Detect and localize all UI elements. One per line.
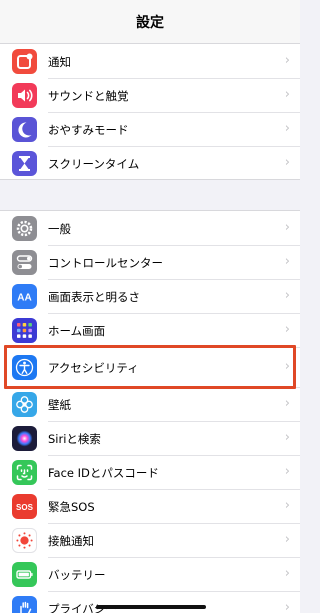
settings-row-label: アクセシビリティ: [48, 361, 139, 375]
settings-row-label: 壁紙: [48, 398, 71, 412]
exposure-notification-icon: [12, 528, 37, 553]
settings-row-label: Face IDとパスコード: [48, 466, 159, 480]
settings-row-do-not-disturb[interactable]: おやすみモード ›: [0, 113, 300, 147]
siri-icon: [12, 426, 37, 451]
svg-text:AA: AA: [17, 293, 31, 304]
hourglass-icon: [12, 151, 37, 176]
control-center-icon: [12, 250, 37, 275]
gear-icon: [12, 216, 37, 241]
home-indicator[interactable]: [96, 605, 206, 609]
notifications-icon: [12, 49, 37, 74]
settings-row-wallpaper[interactable]: 壁紙 ›: [0, 388, 300, 422]
settings-row-label: 画面表示と明るさ: [48, 290, 140, 304]
settings-row-label: バッテリー: [48, 568, 106, 582]
chevron-right-icon: ›: [284, 600, 290, 613]
settings-row-general[interactable]: 一般 ›: [0, 212, 300, 246]
chevron-right-icon: ›: [284, 430, 290, 445]
chevron-right-icon: ›: [284, 53, 290, 68]
settings-row-privacy[interactable]: プライバシー ›: [0, 592, 300, 613]
chevron-right-icon: ›: [284, 359, 290, 374]
settings-group-general: 一般 › コントロールセンター › AA 画面表示と明るさ › ホーム画面 ›: [0, 210, 300, 613]
settings-row-battery[interactable]: バッテリー ›: [0, 558, 300, 592]
settings-row-sound-haptics[interactable]: サウンドと触覚 ›: [0, 79, 300, 113]
chevron-right-icon: ›: [284, 396, 290, 411]
moon-icon: [12, 117, 37, 142]
settings-row-control-center[interactable]: コントロールセンター ›: [0, 246, 300, 280]
chevron-right-icon: ›: [284, 87, 290, 102]
chevron-right-icon: ›: [284, 498, 290, 513]
settings-row-siri-search[interactable]: Siriと検索 ›: [0, 422, 300, 456]
settings-row-notifications[interactable]: 通知 ›: [0, 45, 300, 79]
settings-row-exposure-notifications[interactable]: 接触通知 ›: [0, 524, 300, 558]
settings-row-face-id-passcode[interactable]: Face IDとパスコード ›: [0, 456, 300, 490]
chevron-right-icon: ›: [284, 155, 290, 170]
settings-row-label: Siriと検索: [48, 432, 101, 446]
chevron-right-icon: ›: [284, 288, 290, 303]
settings-row-label: 一般: [48, 222, 71, 236]
settings-group-notifications: 通知 › サウンドと触覚 › おやすみモード › スクリーンタイム ›: [0, 44, 300, 180]
accessibility-icon: [12, 355, 37, 380]
face-id-icon: [12, 460, 37, 485]
display-brightness-icon: AA: [12, 284, 37, 309]
home-screen-icon: [12, 318, 37, 343]
battery-icon: [12, 562, 37, 587]
settings-row-display-brightness[interactable]: AA 画面表示と明るさ ›: [0, 280, 300, 314]
privacy-hand-icon: [12, 596, 37, 613]
svg-text:SOS: SOS: [16, 503, 34, 512]
chevron-right-icon: ›: [284, 464, 290, 479]
sos-icon: SOS: [12, 494, 37, 519]
settings-row-label: コントロールセンター: [48, 256, 163, 270]
wallpaper-icon: [12, 392, 37, 417]
settings-row-label: ホーム画面: [48, 324, 106, 338]
settings-row-screen-time[interactable]: スクリーンタイム ›: [0, 147, 300, 181]
page-title: 設定: [136, 15, 164, 31]
settings-row-home-screen[interactable]: ホーム画面 ›: [0, 314, 300, 348]
chevron-right-icon: ›: [284, 254, 290, 269]
chevron-right-icon: ›: [284, 220, 290, 235]
settings-row-label: スクリーンタイム: [48, 157, 140, 171]
nav-header: 設定: [0, 0, 300, 44]
chevron-right-icon: ›: [284, 322, 290, 337]
settings-row-emergency-sos[interactable]: SOS 緊急SOS ›: [0, 490, 300, 524]
sound-icon: [12, 83, 37, 108]
chevron-right-icon: ›: [284, 121, 290, 136]
settings-row-accessibility[interactable]: アクセシビリティ ›: [0, 348, 300, 388]
settings-row-label: 接触通知: [48, 534, 94, 548]
chevron-right-icon: ›: [284, 566, 290, 581]
settings-row-label: 緊急SOS: [48, 500, 95, 514]
settings-row-label: おやすみモード: [48, 123, 129, 137]
settings-row-label: 通知: [48, 55, 71, 69]
chevron-right-icon: ›: [284, 532, 290, 547]
settings-row-label: サウンドと触覚: [48, 89, 129, 103]
